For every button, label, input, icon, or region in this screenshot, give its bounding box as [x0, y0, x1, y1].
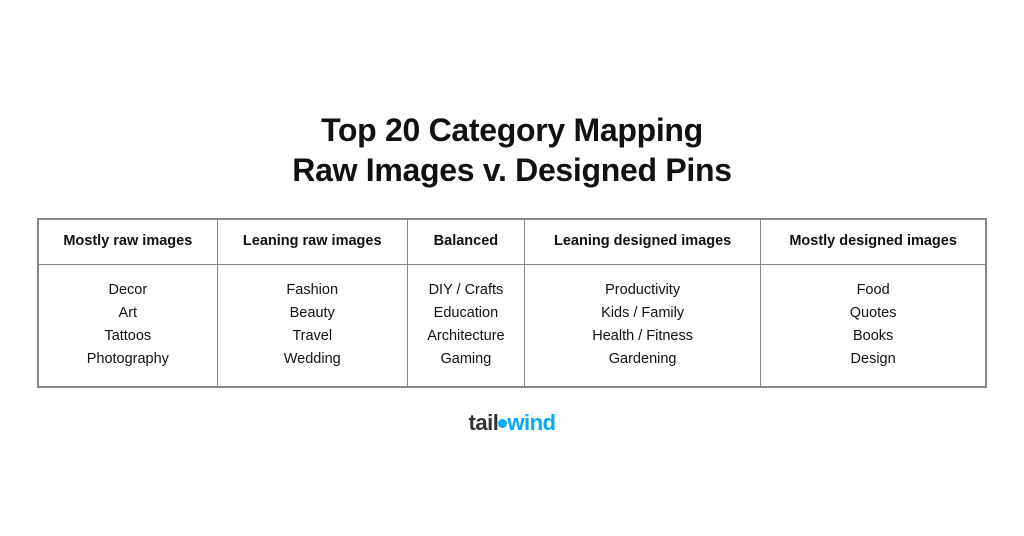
- brand-tail: tail: [469, 410, 499, 435]
- title-line2: Raw Images v. Designed Pins: [292, 152, 731, 188]
- table-header-row: Mostly raw images Leaning raw images Bal…: [39, 220, 986, 265]
- col-header-leaning-designed: Leaning designed images: [525, 220, 761, 265]
- cell-leaning-designed: ProductivityKids / FamilyHealth / Fitnes…: [525, 264, 761, 386]
- brand-logo: tail wind: [469, 410, 556, 436]
- cell-leaning-raw: FashionBeautyTravelWedding: [217, 264, 407, 386]
- cell-mostly-designed: FoodQuotesBooksDesign: [761, 264, 986, 386]
- cell-balanced: DIY / CraftsEducationArchitectureGaming: [407, 264, 524, 386]
- page-title: Top 20 Category Mapping Raw Images v. De…: [292, 110, 731, 190]
- cell-mostly-raw: DecorArtTattoosPhotography: [39, 264, 218, 386]
- category-table-wrapper: Mostly raw images Leaning raw images Bal…: [37, 218, 987, 387]
- main-container: Top 20 Category Mapping Raw Images v. De…: [0, 90, 1024, 445]
- brand-wind: wind: [507, 410, 555, 435]
- footer: tail wind: [469, 410, 556, 436]
- col-header-mostly-designed: Mostly designed images: [761, 220, 986, 265]
- col-header-balanced: Balanced: [407, 220, 524, 265]
- category-table: Mostly raw images Leaning raw images Bal…: [38, 219, 986, 386]
- title-line1: Top 20 Category Mapping: [321, 112, 703, 148]
- table-row: DecorArtTattoosPhotography FashionBeauty…: [39, 264, 986, 386]
- col-header-leaning-raw: Leaning raw images: [217, 220, 407, 265]
- col-header-mostly-raw: Mostly raw images: [39, 220, 218, 265]
- brand-dot: [498, 419, 507, 428]
